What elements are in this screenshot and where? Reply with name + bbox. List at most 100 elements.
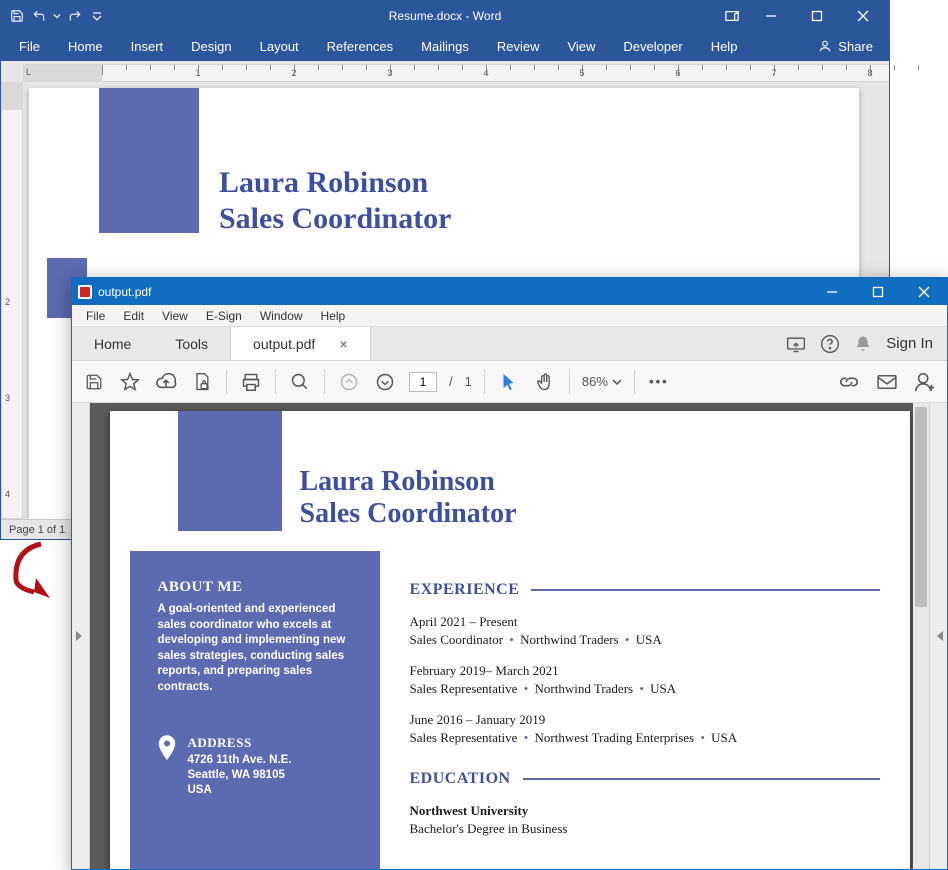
page-down-icon[interactable] <box>373 370 397 394</box>
minimize-button[interactable] <box>749 1 793 31</box>
education-degree: Bachelor's Degree in Business <box>410 820 880 838</box>
tab-close-icon[interactable]: × <box>339 336 347 352</box>
chevron-down-icon[interactable] <box>53 8 61 24</box>
print-icon[interactable] <box>239 370 263 394</box>
word-ribbon-tabs: File Home Insert Design Layout Reference… <box>1 31 889 61</box>
about-text: A goal-oriented and experienced sales co… <box>158 602 358 695</box>
experience-dates: June 2016 – January 2019 <box>410 711 880 729</box>
word-titlebar: Resume.docx - Word <box>1 1 889 31</box>
maximize-button[interactable] <box>855 278 901 305</box>
pdf-tabs: Home Tools output.pdf × Sign In <box>72 327 947 361</box>
tab-developer[interactable]: Developer <box>609 31 696 61</box>
experience-entry: April 2021 – Present Sales Coordinator •… <box>410 613 880 648</box>
vertical-ruler[interactable]: 234 <box>1 82 23 519</box>
pointer-icon[interactable] <box>497 370 521 394</box>
screen-share-icon[interactable] <box>786 335 806 353</box>
close-button[interactable] <box>901 278 947 305</box>
zoom-dropdown[interactable]: 86% <box>582 374 622 389</box>
experience-dates: April 2021 – Present <box>410 613 880 631</box>
link-share-icon[interactable] <box>837 370 861 394</box>
tab-layout[interactable]: Layout <box>246 31 313 61</box>
tab-design[interactable]: Design <box>177 31 245 61</box>
pdf-page: Laura Robinson Sales Coordinator ABOUT M… <box>110 411 910 869</box>
tab-insert[interactable]: Insert <box>117 31 178 61</box>
experience-company: Northwind Traders <box>520 632 619 647</box>
save-icon[interactable] <box>82 370 106 394</box>
page-count-label: Page 1 of 1 <box>9 524 65 536</box>
word-document-title: Resume.docx - Word <box>389 9 501 23</box>
star-icon[interactable] <box>118 370 142 394</box>
page-up-icon[interactable] <box>337 370 361 394</box>
pdf-right-panel-toggle[interactable] <box>929 403 947 869</box>
page-total: 1 <box>465 374 472 389</box>
resume-main: EXPERIENCE April 2021 – Present Sales Co… <box>410 581 880 851</box>
pdf-left-panel-toggle[interactable] <box>72 403 90 869</box>
document-lock-icon[interactable] <box>190 370 214 394</box>
undo-icon[interactable] <box>31 8 47 24</box>
tab-review[interactable]: Review <box>483 31 554 61</box>
menu-help[interactable]: Help <box>313 309 354 323</box>
cloud-upload-icon[interactable] <box>154 370 178 394</box>
sign-in-button[interactable]: Sign In <box>886 335 933 352</box>
experience-location: USA <box>711 730 737 745</box>
tab-help[interactable]: Help <box>697 31 752 61</box>
menu-edit[interactable]: Edit <box>115 309 152 323</box>
menu-view[interactable]: View <box>154 309 196 323</box>
experience-company: Northwest Trading Enterprises <box>535 730 695 745</box>
horizontal-ruler[interactable]: L /* ticks rendered below by JS to keep … <box>23 64 889 82</box>
minimize-button[interactable] <box>809 278 855 305</box>
address-line-2: Seattle, WA 98105 <box>188 768 292 783</box>
tab-mailings[interactable]: Mailings <box>407 31 483 61</box>
ribbon-display-options-icon[interactable] <box>717 1 747 31</box>
maximize-button[interactable] <box>795 1 839 31</box>
education-entry: Northwest University Bachelor's Degree i… <box>410 802 880 837</box>
tab-file[interactable]: File <box>13 31 54 61</box>
page-separator: / <box>449 374 453 389</box>
pdf-titlebar: output.pdf <box>72 278 947 305</box>
resume-name: Laura Robinson <box>300 466 517 498</box>
pdf-document-area[interactable]: Laura Robinson Sales Coordinator ABOUT M… <box>90 403 929 869</box>
email-icon[interactable] <box>875 370 899 394</box>
menu-file[interactable]: File <box>78 309 113 323</box>
tab-references[interactable]: References <box>313 31 407 61</box>
pdf-toolbar: / 1 86% ••• <box>72 361 947 403</box>
more-icon[interactable]: ••• <box>647 370 671 394</box>
chevron-down-icon <box>612 377 622 387</box>
tab-view[interactable]: View <box>553 31 609 61</box>
experience-dates: February 2019– March 2021 <box>410 662 880 680</box>
resume-heading: Laura Robinson Sales Coordinator <box>300 466 517 530</box>
pdf-window-controls <box>809 278 947 305</box>
tab-document[interactable]: output.pdf × <box>230 327 370 360</box>
tab-home[interactable]: Home <box>54 31 117 61</box>
search-icon[interactable] <box>288 370 312 394</box>
education-section-title: EDUCATION <box>410 770 880 788</box>
tab-document-label: output.pdf <box>253 336 315 352</box>
redo-icon[interactable] <box>67 8 83 24</box>
about-heading: ABOUT ME <box>158 579 358 596</box>
share-label: Share <box>838 39 873 54</box>
resume-name: Laura Robinson <box>219 166 428 200</box>
page-number-input[interactable] <box>409 372 437 392</box>
menu-window[interactable]: Window <box>252 309 311 323</box>
word-window-controls <box>717 1 889 31</box>
map-pin-icon <box>158 735 176 798</box>
tab-home[interactable]: Home <box>72 327 153 360</box>
help-icon[interactable] <box>820 334 840 354</box>
resume-sidebar: ABOUT ME A goal-oriented and experienced… <box>130 551 380 869</box>
experience-location: USA <box>636 632 662 647</box>
save-icon[interactable] <box>9 8 25 24</box>
experience-company: Northwind Traders <box>535 681 634 696</box>
pdf-app-icon <box>78 285 92 299</box>
hand-icon[interactable] <box>533 370 557 394</box>
resume-header-block <box>178 411 282 531</box>
bell-icon[interactable] <box>854 334 872 354</box>
education-school: Northwest University <box>410 802 880 820</box>
close-button[interactable] <box>841 1 885 31</box>
qat-customize-icon[interactable] <box>89 8 105 24</box>
menu-esign[interactable]: E-Sign <box>198 309 250 323</box>
scrollbar-thumb[interactable] <box>915 407 927 607</box>
vertical-scrollbar[interactable] <box>913 403 929 869</box>
share-button[interactable]: Share <box>818 39 889 54</box>
add-user-icon[interactable] <box>913 370 937 394</box>
tab-tools[interactable]: Tools <box>153 327 230 360</box>
